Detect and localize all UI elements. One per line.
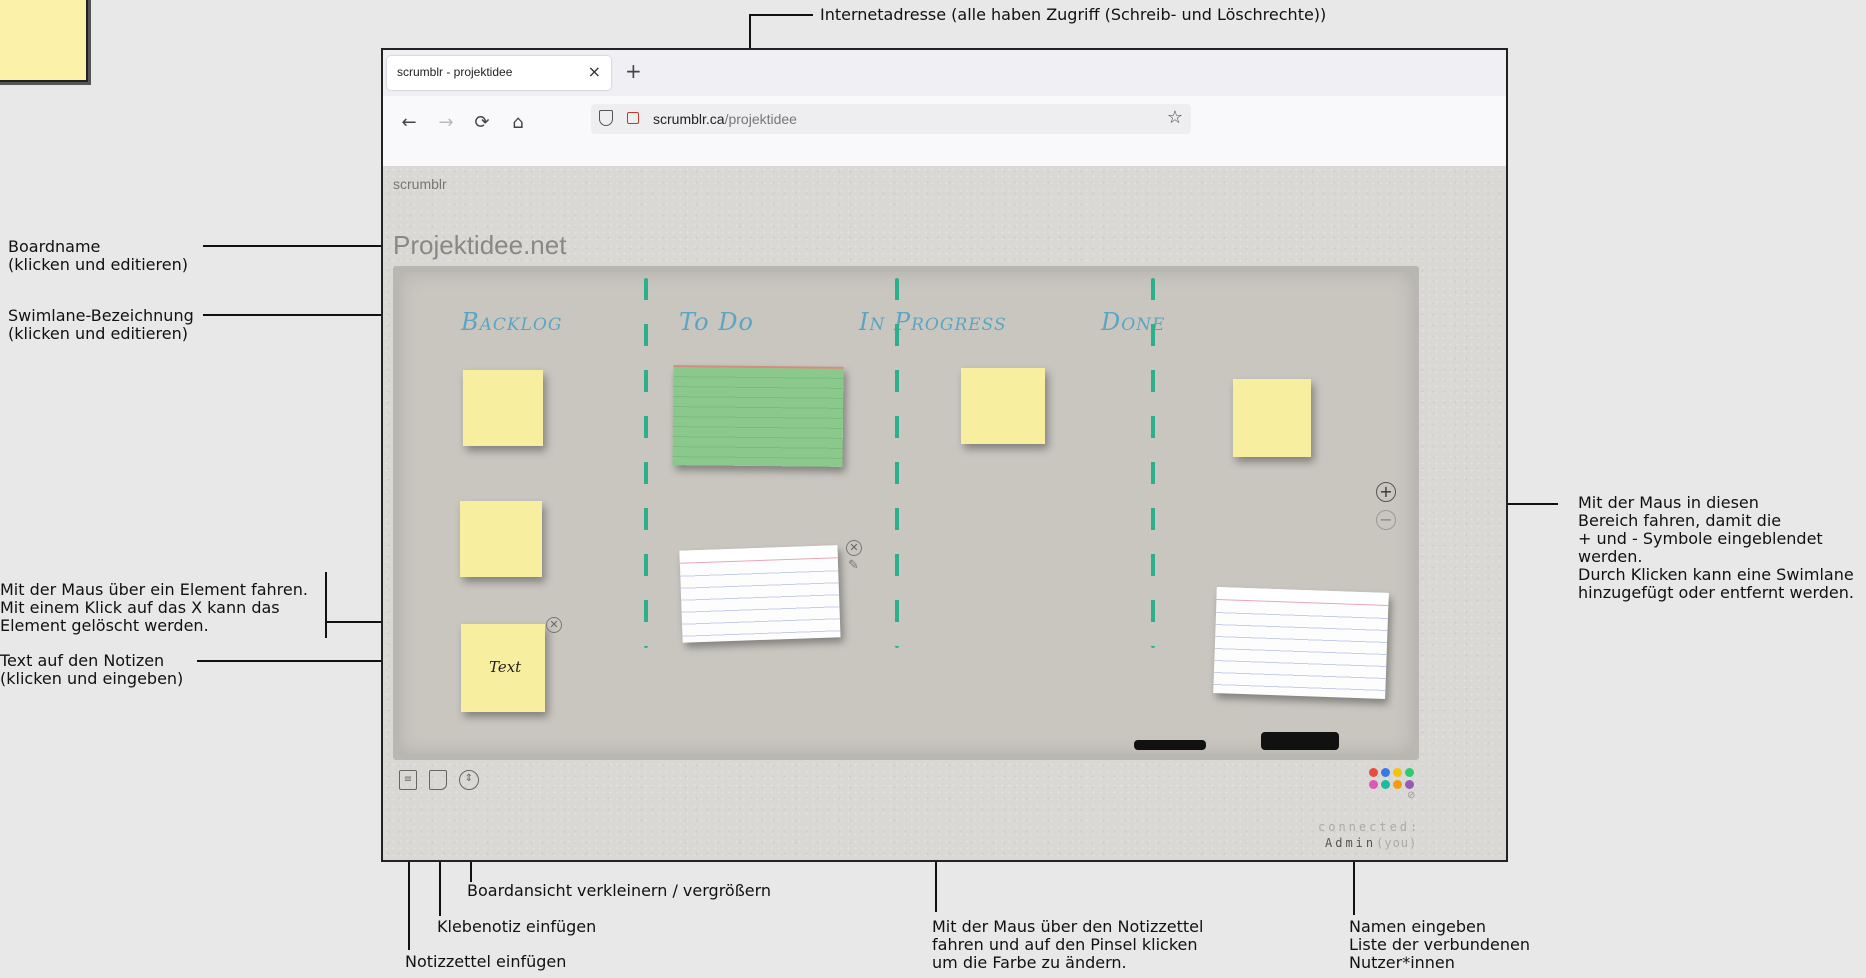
name-line xyxy=(1353,855,1355,915)
sticky-note[interactable] xyxy=(460,501,542,577)
lock-icon xyxy=(627,112,639,124)
delete-annotation-line3: Element gelöscht werden. xyxy=(0,616,209,635)
user-name[interactable]: Admin xyxy=(1325,836,1376,850)
swimlane-annotation-line2: (klicken und editieren) xyxy=(8,324,188,343)
add-sticky-button[interactable] xyxy=(429,770,447,790)
boardname-line xyxy=(203,245,386,247)
boardname-annotation-line1: Boardname xyxy=(8,237,101,256)
index-card-green[interactable] xyxy=(672,365,844,467)
boardname-annotation-line2: (klicken und editieren) xyxy=(8,255,188,274)
lanes-annotation: Mit der Maus in diesen Bereich fahren, d… xyxy=(1578,494,1854,602)
shield-icon xyxy=(599,110,613,126)
palette-color-green[interactable] xyxy=(1405,768,1414,777)
delete-annotation: Mit der Maus über ein Element fahren. Mi… xyxy=(0,581,308,635)
forward-button[interactable]: → xyxy=(433,110,459,136)
back-button[interactable]: ← xyxy=(396,110,422,136)
note-text[interactable]: Text xyxy=(489,658,521,676)
palette-color-blue[interactable] xyxy=(1381,768,1390,777)
text-annotation: Text auf den Notizen (klicken und eingeb… xyxy=(0,652,183,688)
app-brand: scrumblr xyxy=(393,176,447,192)
index-card-white[interactable] xyxy=(679,545,841,643)
tab-title: scrumblr - projektidee xyxy=(397,65,513,79)
lane-header-backlog[interactable]: Backlog xyxy=(461,308,562,336)
lanes-annotation-line2: Bereich fahren, damit die xyxy=(1578,511,1782,530)
new-tab-button[interactable]: + xyxy=(625,59,642,83)
eraser xyxy=(1261,732,1339,750)
user-list[interactable]: Admin(you) xyxy=(1325,836,1417,850)
color-annotation-line1: Mit der Maus über den Notizzettel xyxy=(932,917,1204,936)
lanes-annotation-line6: hinzugefügt oder entfernt werden. xyxy=(1578,583,1854,602)
url-bar[interactable]: scrumblr.ca/projektidee ☆ xyxy=(591,104,1191,134)
palette-color-pink[interactable] xyxy=(1369,780,1378,789)
url-path: /projektidee xyxy=(724,111,797,127)
palette-color-teal[interactable] xyxy=(1381,780,1390,789)
palette-color-red[interactable] xyxy=(1369,768,1378,777)
tab-strip: scrumblr - projektidee × + xyxy=(383,50,1506,96)
name-annotation-line2: Liste der verbundenen xyxy=(1349,935,1531,954)
browser-window: scrumblr - projektidee × + ← → ⟳ ⌂ scrum… xyxy=(381,48,1508,862)
lanes-annotation-line4: werden. xyxy=(1578,547,1643,566)
reload-button[interactable]: ⟳ xyxy=(469,110,495,136)
close-icon[interactable]: × xyxy=(588,62,601,81)
lanes-annotation-line5: Durch Klicken kann eine Swimlane xyxy=(1578,565,1854,584)
sticky-note[interactable] xyxy=(961,368,1045,444)
url-annotation-line xyxy=(749,14,813,16)
user-you-label: (you) xyxy=(1376,836,1418,850)
bookmark-star-icon[interactable]: ☆ xyxy=(1167,107,1183,128)
text-annotation-line1: Text auf den Notizen xyxy=(0,651,165,670)
no-color-icon[interactable]: ⊘ xyxy=(1407,790,1415,801)
scrumblr-page: scrumblr Projektidee.net Backlog To Do I… xyxy=(383,166,1506,860)
zoom-toggle-button[interactable]: ⇕ xyxy=(459,770,479,790)
marker-pen xyxy=(1134,740,1206,750)
sticky-note[interactable] xyxy=(463,370,543,446)
name-annotation: Namen eingeben Liste der verbundenen Nut… xyxy=(1349,918,1530,972)
name-annotation-line1: Namen eingeben xyxy=(1349,917,1486,936)
name-annotation-line3: Nutzer*innen xyxy=(1349,953,1455,972)
url-annotation: Internetadresse (alle haben Zugriff (Sch… xyxy=(820,5,1327,24)
sticky-note[interactable]: Text xyxy=(461,624,545,712)
palette-color-orange[interactable] xyxy=(1393,780,1402,789)
url-text: scrumblr.ca/projektidee xyxy=(653,111,797,127)
remove-lane-button[interactable]: − xyxy=(1376,510,1396,530)
add-lane-button[interactable]: + xyxy=(1376,482,1396,502)
delete-bracket xyxy=(325,572,327,638)
delete-annotation-line2: Mit einem Klick auf das X kann das xyxy=(0,598,280,617)
board[interactable]: Backlog To Do In Progress Done Text ✕ ✕ … xyxy=(393,266,1419,760)
lane-divider xyxy=(644,278,648,648)
home-button[interactable]: ⌂ xyxy=(505,110,531,136)
connected-label: connected: xyxy=(1318,820,1421,834)
zoom-annotation: Boardansicht verkleinern / vergrößern xyxy=(467,881,772,900)
sticky-annotation: Klebenotiz einfügen xyxy=(437,917,597,936)
boardname-annotation: Boardname (klicken und editieren) xyxy=(8,238,188,274)
color-annotation-line2: fahren und auf den Pinsel klicken xyxy=(932,935,1198,954)
card-annotation: Notizzettel einfügen xyxy=(405,952,567,971)
brush-icon[interactable]: ✎ xyxy=(848,558,859,573)
lanes-annotation-line1: Mit der Maus in diesen xyxy=(1578,493,1759,512)
lane-header-done[interactable]: Done xyxy=(1101,308,1165,336)
browser-tab[interactable]: scrumblr - projektidee × xyxy=(387,56,611,90)
delete-icon[interactable]: ✕ xyxy=(846,540,862,556)
delete-annotation-line1: Mit der Maus über ein Element fahren. xyxy=(0,580,308,599)
sticky-note[interactable] xyxy=(1233,379,1311,457)
color-annotation-line3: um die Farbe zu ändern. xyxy=(932,953,1127,972)
swimlane-annotation-line1: Swimlane-Bezeichnung xyxy=(8,306,194,325)
add-card-button[interactable]: ≡ xyxy=(399,770,417,790)
lanes-annotation-line3: + und - Symbole eingeblendet xyxy=(1578,529,1823,548)
swimlane-annotation: Swimlane-Bezeichnung (klicken und editie… xyxy=(8,307,194,343)
index-card-white[interactable] xyxy=(1213,587,1389,699)
color-palette[interactable]: ⊘ xyxy=(1369,768,1421,804)
board-name[interactable]: Projektidee.net xyxy=(393,230,566,261)
palette-color-yellow[interactable] xyxy=(1393,768,1402,777)
lane-divider xyxy=(895,278,899,648)
text-annotation-line2: (klicken und eingeben) xyxy=(0,669,184,688)
lane-header-inprogress[interactable]: In Progress xyxy=(859,308,1007,336)
lane-divider xyxy=(1151,278,1155,648)
delete-icon[interactable]: ✕ xyxy=(546,617,562,633)
url-host: scrumblr.ca xyxy=(653,111,725,127)
corner-sticky-note xyxy=(0,0,88,82)
palette-color-purple[interactable] xyxy=(1405,780,1414,789)
color-annotation: Mit der Maus über den Notizzettel fahren… xyxy=(932,918,1203,972)
lane-header-todo[interactable]: To Do xyxy=(679,308,754,336)
